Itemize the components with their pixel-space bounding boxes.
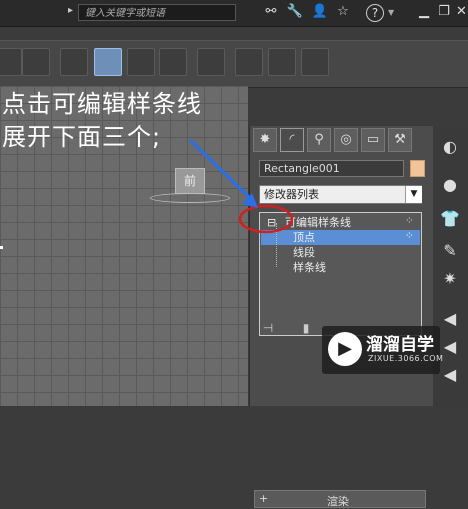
pointer-arrowhead xyxy=(242,193,258,208)
watermark: ▶ 溜溜自学 ZIXUE.3066.COM xyxy=(322,326,444,374)
highlight-circle xyxy=(238,204,294,234)
rollout-label: 渲染 xyxy=(327,495,349,508)
render-rollout[interactable]: + 渲染 xyxy=(254,490,426,508)
watermark-title: 溜溜自学 xyxy=(366,335,434,355)
watermark-logo-icon: ▶ xyxy=(328,332,362,366)
expand-icon[interactable]: + xyxy=(259,492,268,505)
pointer-arrow xyxy=(188,138,254,202)
watermark-url: ZIXUE.3066.COM xyxy=(368,354,444,363)
